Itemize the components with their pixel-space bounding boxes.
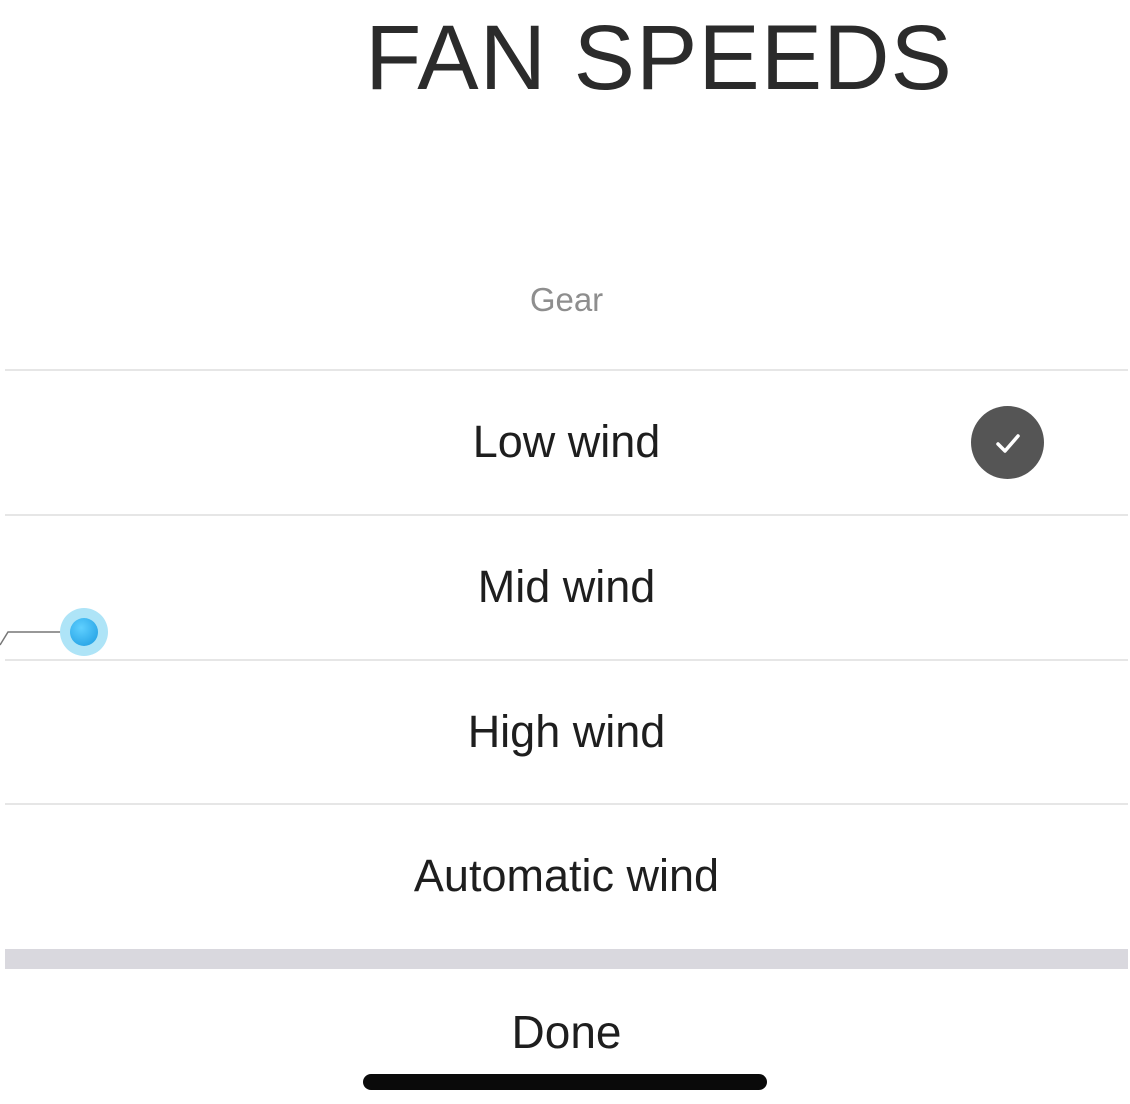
touch-indicator-core — [70, 618, 98, 646]
checkmark-circle-icon — [971, 406, 1044, 479]
fan-speed-action-sheet: Gear Low wind Mid wind High wind Automat… — [5, 230, 1128, 1104]
option-label: Mid wind — [477, 561, 656, 612]
sheet-header: Gear — [529, 280, 604, 318]
done-label: Done — [511, 1006, 622, 1058]
option-label: Automatic wind — [413, 850, 720, 901]
option-label: Low wind — [472, 416, 661, 467]
home-indicator[interactable] — [363, 1074, 767, 1090]
touch-indicator — [60, 608, 108, 656]
page-title: FAN SPEEDS — [365, 7, 953, 109]
section-divider — [5, 949, 1128, 969]
option-mid-wind[interactable]: Mid wind — [5, 514, 1128, 658]
option-label: High wind — [467, 706, 666, 757]
option-low-wind[interactable]: Low wind — [5, 369, 1128, 513]
option-automatic-wind[interactable]: Automatic wind — [5, 803, 1128, 947]
option-high-wind[interactable]: High wind — [5, 659, 1128, 803]
